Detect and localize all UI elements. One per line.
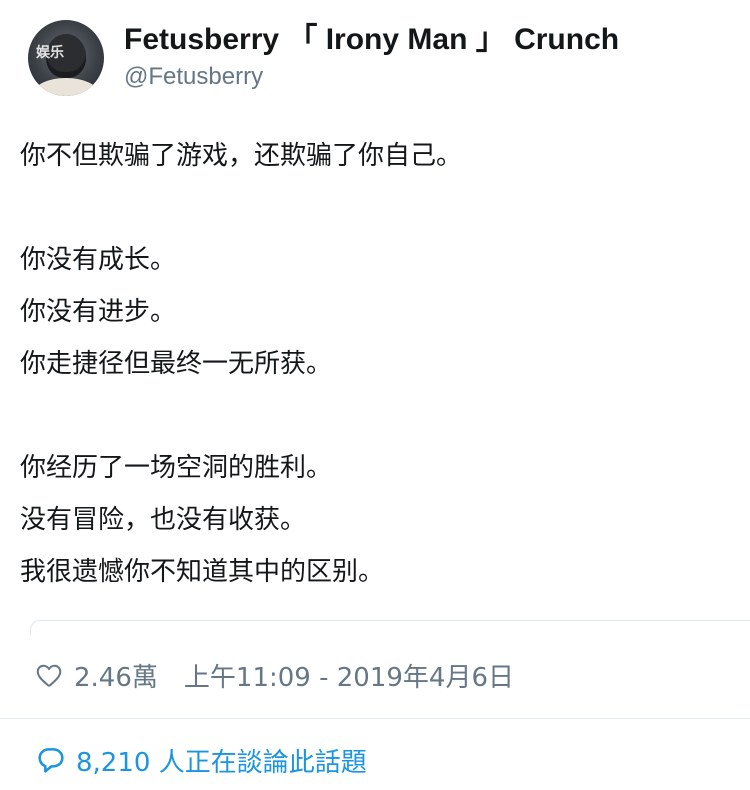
tweet-line: 你经历了一场空洞的胜利。 bbox=[20, 453, 333, 483]
reply-icon bbox=[34, 744, 68, 776]
tweet-timestamp[interactable]: 上午11:09 - 2019年4月6日 bbox=[184, 657, 514, 694]
avatar[interactable]: 娱乐 bbox=[28, 20, 104, 96]
tweet-line: 你不但欺骗了游戏，还欺骗了你自己。 bbox=[20, 141, 463, 171]
tweet-line: 你走捷径但最终一无所获。 bbox=[20, 349, 333, 379]
tweet-meta: 2.46萬 上午11:09 - 2019年4月6日 bbox=[34, 657, 514, 693]
divider bbox=[0, 718, 750, 719]
tweet-line: 你没有成长。 bbox=[20, 245, 177, 275]
tweet-line: 你没有进步。 bbox=[20, 297, 177, 327]
avatar-shoulder bbox=[34, 78, 98, 96]
conversation-link[interactable]: 8,210 人正在談論此話題 bbox=[34, 742, 367, 778]
tweet-text: 你不但欺骗了游戏，还欺骗了你自己。 你没有成长。 你没有进步。 你走捷径但最终一… bbox=[20, 140, 740, 608]
tweet-line: 没有冒险，也没有收获。 bbox=[20, 505, 307, 535]
author-display-name[interactable]: Fetusberry 「 Irony Man 」 Crunch bbox=[124, 22, 619, 58]
tweet-card: 娱乐 Fetusberry 「 Irony Man 」 Crunch @Fetu… bbox=[0, 0, 750, 790]
author-handle[interactable]: @Fetusberry bbox=[124, 62, 263, 92]
conversation-count[interactable]: 8,210 人正在談論此話題 bbox=[76, 742, 367, 779]
tweet-line: 我很遗憾你不知道其中的区别。 bbox=[20, 557, 385, 587]
quoted-card-edge[interactable] bbox=[30, 620, 750, 635]
like-count[interactable]: 2.46萬 bbox=[74, 657, 158, 694]
heart-icon[interactable] bbox=[34, 660, 64, 690]
avatar-watermark: 娱乐 bbox=[36, 45, 64, 61]
